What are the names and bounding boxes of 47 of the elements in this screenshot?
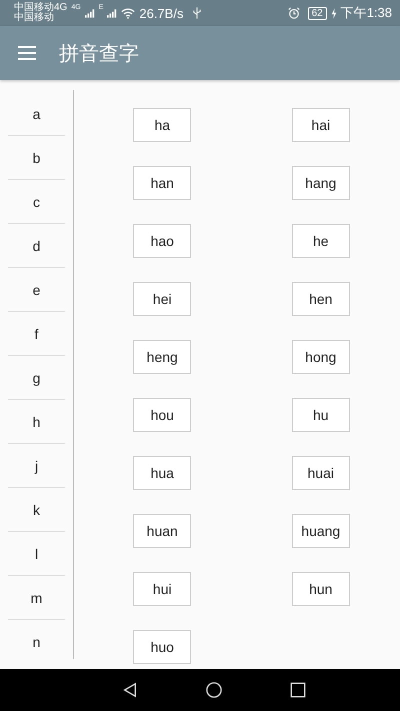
syllable-button[interactable]: hua [133,456,192,490]
syllable-button[interactable]: hu [292,398,350,432]
letter-item[interactable]: c [8,180,65,224]
clock-time: 下午1:38 [340,4,392,22]
syllable-button[interactable]: he [292,224,350,258]
usb-icon [193,7,202,19]
battery-level: 62 [308,6,327,20]
home-icon[interactable] [206,682,222,698]
back-icon[interactable] [122,682,138,698]
signal-icon [107,8,118,18]
syllable-button[interactable]: hang [292,166,350,200]
letter-item[interactable]: l [8,532,65,576]
syllable-button[interactable]: hun [292,572,350,606]
carrier-name: 中国移动4G [14,2,68,12]
syllable-button[interactable]: han [133,166,192,200]
app-title: 拼音查字 [59,42,139,66]
letter-item[interactable]: e [8,268,65,312]
letter-item[interactable]: n [8,620,65,664]
letter-item[interactable]: a [8,92,65,136]
letter-item[interactable]: k [8,488,65,532]
syllable-button[interactable]: huai [292,456,350,490]
syllable-button[interactable]: hai [292,108,350,142]
carrier-name: 中国移动 [14,13,55,24]
syllable-button[interactable]: hei [133,282,192,316]
syllable-button[interactable]: huan [133,514,192,548]
alarm-clock-icon [288,7,300,19]
letter-item[interactable]: f [8,312,65,356]
letter-item[interactable]: h [8,400,65,444]
signal-icon [84,8,95,18]
syllable-button[interactable]: heng [133,340,192,374]
charging-icon [330,8,337,18]
syllable-button[interactable]: ha [133,108,192,142]
letter-item[interactable]: d [8,224,65,268]
letter-item[interactable]: g [8,356,65,400]
syllable-button[interactable]: hui [133,572,192,606]
letter-item[interactable]: b [8,136,65,180]
syllable-button[interactable]: huo [133,630,192,664]
syllable-button[interactable]: hou [133,398,192,432]
network-speed: 26.7B/s [139,6,184,20]
syllable-button[interactable]: huang [292,514,350,548]
recent-apps-icon[interactable] [290,682,306,698]
syllable-button[interactable]: hong [292,340,350,374]
syllable-button[interactable]: hen [292,282,350,316]
syllable-button[interactable]: hao [133,224,192,258]
letter-item[interactable]: m [8,576,65,620]
wifi-icon [121,8,136,18]
letter-item[interactable]: j [8,444,65,488]
